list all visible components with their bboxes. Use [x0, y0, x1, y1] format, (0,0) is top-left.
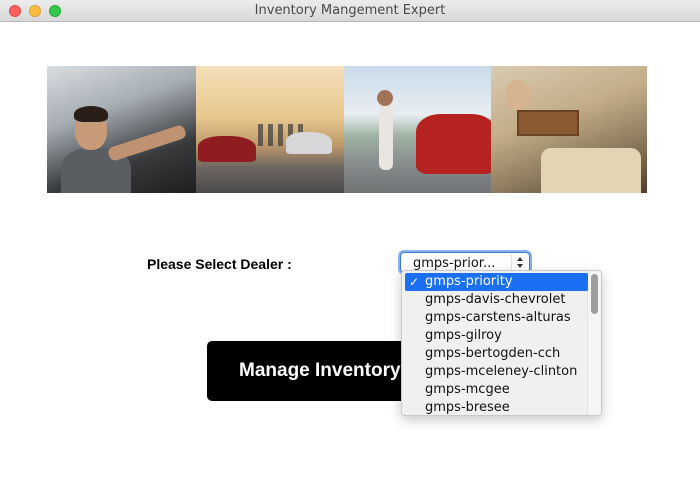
dropdown-option[interactable]: gmps-gilroy: [402, 327, 588, 345]
dropdown-option[interactable]: gmps-carstens-alturas: [402, 309, 588, 327]
dropdown-option-label: gmps-bertogden-cch: [425, 346, 561, 361]
title-bar: Inventory Mangement Expert: [0, 0, 700, 22]
dropdown-option[interactable]: gmps-mcgee: [402, 381, 588, 399]
banner: [47, 66, 647, 193]
dealer-select-value: gmps-prior...: [413, 256, 496, 271]
beach-cars-photo: [196, 66, 344, 193]
manage-inventory-button[interactable]: Manage Inventory: [207, 341, 412, 401]
dropdown-list: ✓ gmps-priority gmps-davis-chevrolet gmp…: [402, 273, 588, 415]
window-title: Inventory Mangement Expert: [254, 3, 446, 18]
woman-red-car-photo: [344, 66, 491, 193]
dropdown-option[interactable]: gmps-bertogden-cch: [402, 345, 588, 363]
dealer-label: Please Select Dealer :: [147, 256, 292, 272]
trunk-produce-photo: [491, 66, 647, 193]
dropdown-option-label: gmps-mceleney-clinton: [425, 364, 578, 379]
dealer-dropdown[interactable]: ✓ gmps-priority gmps-davis-chevrolet gmp…: [401, 270, 602, 416]
checkmark-icon: ✓: [409, 275, 420, 289]
dropdown-scrollbar-thumb[interactable]: [591, 274, 598, 314]
dropdown-option[interactable]: gmps-davis-chevrolet: [402, 291, 588, 309]
dropdown-option[interactable]: ✓ gmps-priority: [405, 273, 588, 291]
dropdown-option-label: gmps-bresee: [425, 400, 510, 415]
dropdown-scroll-track[interactable]: [587, 271, 601, 415]
dropdown-option[interactable]: gmps-mceleney-clinton: [402, 363, 588, 381]
select-arrows-icon: [511, 254, 528, 271]
dropdown-option-label: gmps-carstens-alturas: [425, 310, 571, 325]
dropdown-option-label: gmps-priority: [425, 274, 513, 289]
dropdown-option-label: gmps-mcgee: [425, 382, 510, 397]
driver-in-car-photo: [47, 66, 196, 193]
dropdown-option-label: gmps-gilroy: [425, 328, 502, 343]
dropdown-option[interactable]: gmps-bresee: [402, 399, 588, 415]
dropdown-option-label: gmps-davis-chevrolet: [425, 292, 566, 307]
